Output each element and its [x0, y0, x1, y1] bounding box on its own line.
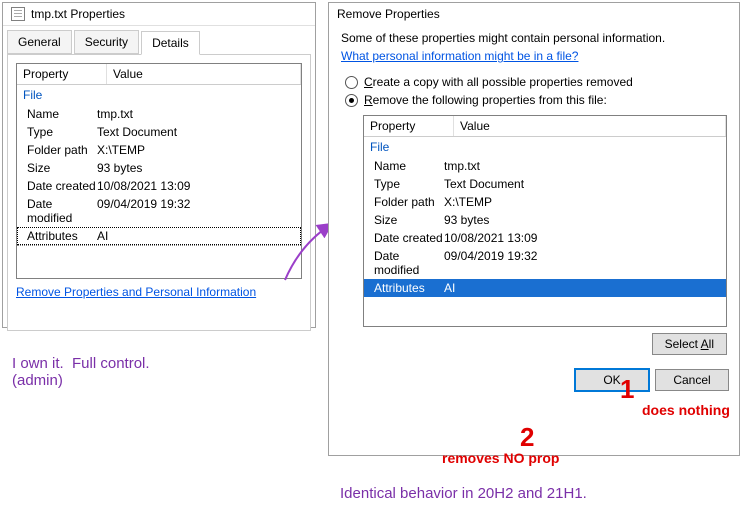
radio-icon [345, 76, 358, 89]
document-icon [11, 7, 25, 21]
radio-create-copy[interactable]: Create a copy with all possible properti… [345, 73, 727, 91]
prop-row[interactable]: Date created10/08/2021 13:09 [364, 229, 726, 247]
group-file: File [364, 137, 726, 157]
annotation-num2: 2 [520, 422, 534, 453]
list-header: Property Value [364, 116, 726, 137]
prop-row[interactable]: TypeText Document [17, 123, 301, 141]
remove-properties-window: Remove Properties Some of these properti… [328, 2, 740, 456]
ok-button[interactable]: OK [575, 369, 649, 391]
prop-row[interactable]: Folder pathX:\TEMP [364, 193, 726, 211]
col-value[interactable]: Value [107, 64, 301, 84]
window-title: tmp.txt Properties [31, 7, 125, 21]
prop-row[interactable]: Size93 bytes [17, 159, 301, 177]
col-property[interactable]: Property [364, 116, 454, 136]
annotation-does-nothing: does nothing [642, 402, 730, 418]
col-value[interactable]: Value [454, 116, 726, 136]
dialog-body: Some of these properties might contain p… [329, 25, 739, 363]
dialog-description: Some of these properties might contain p… [341, 31, 727, 49]
properties-window: tmp.txt Properties General Security Deta… [2, 2, 316, 328]
annotation-identical: Identical behavior in 20H2 and 21H1. [340, 485, 587, 502]
titlebar: Remove Properties [329, 3, 739, 25]
list-header: Property Value [17, 64, 301, 85]
details-panel: Property Value File Nametmp.txt TypeText… [7, 54, 311, 331]
tab-details[interactable]: Details [141, 31, 200, 55]
annotation-num1: 1 [620, 374, 634, 405]
col-property[interactable]: Property [17, 64, 107, 84]
tab-security[interactable]: Security [74, 30, 139, 54]
cancel-button[interactable]: Cancel [655, 369, 729, 391]
select-all-button[interactable]: Select All [652, 333, 727, 355]
prop-row-attributes[interactable]: AttributesAI [364, 279, 726, 297]
prop-row[interactable]: Size93 bytes [364, 211, 726, 229]
prop-row[interactable]: Nametmp.txt [17, 105, 301, 123]
radio-icon [345, 94, 358, 107]
property-list[interactable]: Property Value File Nametmp.txt TypeText… [363, 115, 727, 327]
prop-row[interactable]: Folder pathX:\TEMP [17, 141, 301, 159]
prop-row[interactable]: Nametmp.txt [364, 157, 726, 175]
prop-row[interactable]: Date modified09/04/2019 19:32 [17, 195, 301, 227]
titlebar: tmp.txt Properties [3, 3, 315, 26]
prop-row[interactable]: TypeText Document [364, 175, 726, 193]
prop-row[interactable]: Date created10/08/2021 13:09 [17, 177, 301, 195]
annotation-removes-no: removes NO prop [442, 450, 559, 466]
annotation-ownership: I own it. Full control. (admin) [12, 355, 150, 389]
group-file: File [17, 85, 301, 105]
window-title: Remove Properties [337, 7, 440, 21]
radio-remove-following[interactable]: Remove the following properties from thi… [345, 91, 727, 109]
remove-properties-link[interactable]: Remove Properties and Personal Informati… [16, 279, 256, 301]
property-list[interactable]: Property Value File Nametmp.txt TypeText… [16, 63, 302, 279]
personal-info-link[interactable]: What personal information might be in a … [341, 49, 578, 63]
tab-strip: General Security Details [3, 26, 315, 54]
prop-row-attributes[interactable]: AttributesAI [17, 227, 301, 245]
tab-general[interactable]: General [7, 30, 72, 54]
prop-row[interactable]: Date modified09/04/2019 19:32 [364, 247, 726, 279]
